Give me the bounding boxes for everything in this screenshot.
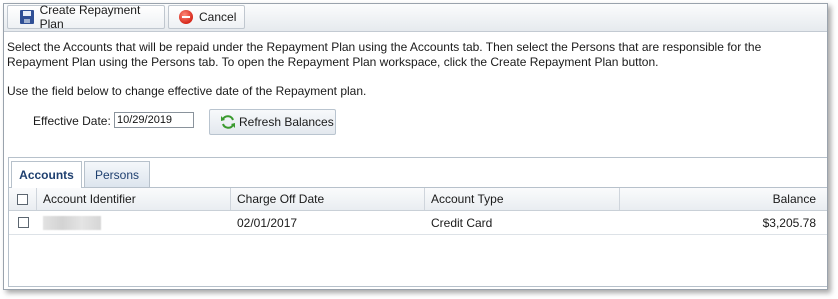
effective-date-hint: Use the field below to change effective … [7, 84, 367, 98]
create-repayment-plan-label: Create Repayment Plan [39, 3, 141, 31]
account-type-cell: Credit Card [431, 215, 493, 230]
create-repayment-plan-button[interactable]: Create Repayment Plan [7, 3, 165, 31]
grid-header: Account Identifier Charge Off Date Accou… [9, 188, 827, 211]
cancel-button[interactable]: Cancel [168, 5, 245, 29]
redacted-account-identifier [43, 215, 101, 230]
table-row[interactable]: 02/01/2017 Credit Card $3,205.78 [9, 211, 827, 235]
tab-accounts-label: Accounts [19, 168, 74, 182]
select-all-cell [9, 188, 37, 210]
balance-cell: $3,205.78 [762, 215, 816, 230]
tab-accounts[interactable]: Accounts [11, 161, 82, 188]
save-icon [20, 10, 34, 24]
tab-persons-label: Persons [94, 167, 140, 182]
cancel-label: Cancel [199, 10, 237, 24]
charge-off-date-cell: 02/01/2017 [237, 215, 298, 230]
instructions-text: Select the Accounts that will be repaid … [7, 40, 762, 69]
instructions-area: Select the Accounts that will be repaid … [4, 32, 827, 98]
column-header-balance[interactable]: Balance [620, 188, 824, 210]
repayment-plan-window: Create Repayment Plan Cancel Select the … [3, 3, 828, 290]
cancel-icon [179, 10, 193, 24]
toolbar: Create Repayment Plan Cancel [4, 4, 827, 32]
tab-persons[interactable]: Persons [84, 161, 150, 187]
account-identifier-cell [37, 211, 231, 234]
refresh-icon [221, 115, 235, 129]
tab-strip: Accounts Persons [9, 158, 827, 188]
tab-panel: Accounts Persons Account Identifier Char… [8, 157, 827, 287]
row-select-cell [9, 211, 37, 234]
column-header-charge-off-date[interactable]: Charge Off Date [231, 188, 425, 210]
row-checkbox[interactable] [17, 217, 29, 228]
refresh-balances-button[interactable]: Refresh Balances [209, 109, 336, 135]
effective-date-label: Effective Date: [33, 114, 111, 128]
column-header-account-identifier[interactable]: Account Identifier [37, 188, 231, 210]
refresh-balances-label: Refresh Balances [239, 115, 334, 129]
column-header-account-type[interactable]: Account Type [425, 188, 620, 210]
effective-date-input[interactable] [114, 112, 194, 128]
select-all-checkbox[interactable] [17, 193, 28, 205]
